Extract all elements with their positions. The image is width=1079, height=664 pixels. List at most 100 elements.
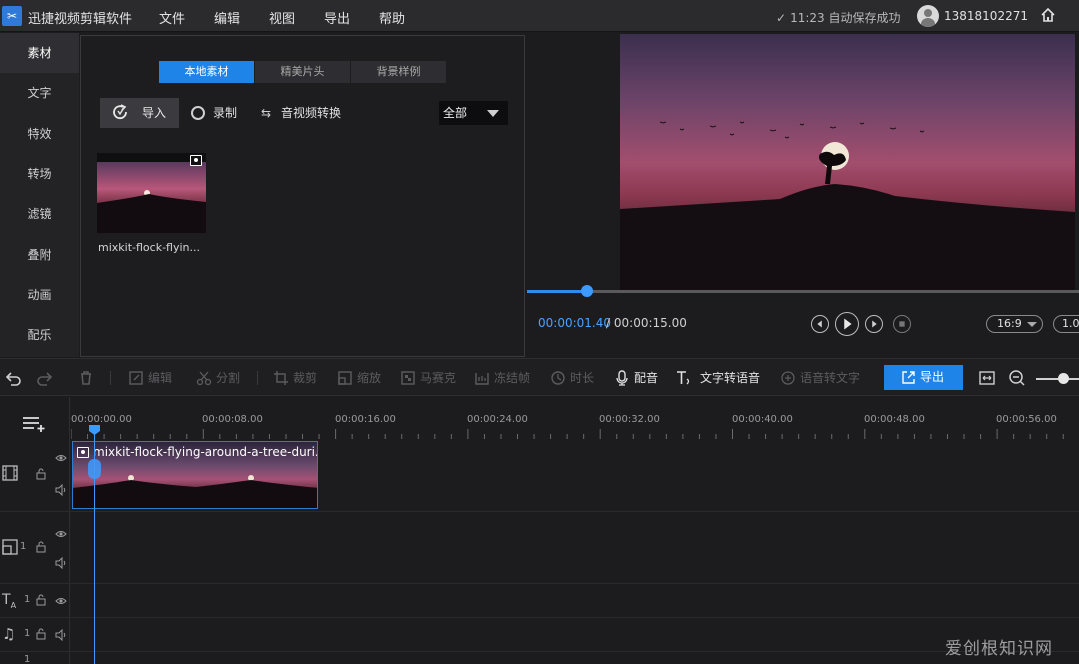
toolbar-divider [110,371,111,385]
aspect-ratio-select[interactable]: 16:9 [986,315,1043,333]
sidebar-item-music[interactable]: 配乐 [0,315,79,355]
edit-icon [129,371,143,385]
clock-icon [551,371,565,385]
swap-icon: ⇆ [261,106,272,120]
music-note-icon: ♫ [2,625,16,643]
eye-icon[interactable] [55,528,67,540]
next-frame-button[interactable] [865,315,883,333]
previous-frame-button[interactable] [811,315,829,333]
lock-icon[interactable] [35,541,47,553]
volume-icon[interactable] [55,484,67,496]
sidebar-item-filters[interactable]: 滤镜 [0,194,79,234]
timeline-video-clip[interactable]: mixkit-flock-flying-around-a-tree-duri..… [72,441,318,509]
toolbar-divider [257,371,258,385]
overlay-icon [2,539,18,555]
menu-help[interactable]: 帮助 [379,8,405,27]
delete-icon[interactable] [77,369,95,387]
fit-timeline-icon[interactable] [978,369,996,387]
next-icon [872,320,877,328]
video-preview[interactable] [620,34,1075,290]
stop-icon [899,321,905,327]
user-phone[interactable]: 13818102271 [944,9,1028,23]
lock-icon[interactable] [35,594,47,606]
lock-icon[interactable] [35,468,47,480]
watermark: 爱创根知识网 [945,639,1053,659]
split-button[interactable]: 分割 [196,370,240,386]
split-label: 分割 [216,371,241,385]
track-number: 1 [24,594,31,605]
zoom-out-icon[interactable] [1008,369,1026,387]
sidebar-item-text[interactable]: 文字 [0,73,79,113]
freeze-frame-button[interactable]: 冻结帧 [474,370,530,386]
edit-button[interactable]: 编辑 [128,370,172,386]
menu-edit[interactable]: 编辑 [214,8,240,27]
extra-track: 1 [0,652,1079,664]
menu-export[interactable]: 导出 [324,8,350,27]
progress-knob[interactable] [580,285,593,297]
timeline-ruler[interactable]: 00:00:00.00 00:00:08.00 00:00:16.00 00:0… [71,397,1079,439]
preview-zoom-select[interactable]: 1.0 [1053,315,1079,333]
media-clip-name: mixkit-flock-flyin... [98,241,200,254]
total-time-value: 00:00:15.00 [613,316,687,330]
eye-icon[interactable] [55,452,67,464]
zoom-button[interactable]: 缩放 [337,370,381,386]
duration-button[interactable]: 时长 [550,370,594,386]
app-title: 迅捷视频剪辑软件 [28,12,133,27]
mosaic-button[interactable]: 马赛克 [400,370,456,386]
ruler-label: 00:00:00.00 [71,414,132,425]
menu-view[interactable]: 视图 [269,8,295,27]
crop-button[interactable]: 裁剪 [273,370,317,386]
media-panel: 本地素材 精美片头 背景样例 导入 录制 ⇆ 音视频转换 全部 mixkit-f… [80,35,525,357]
sidebar-item-transitions[interactable]: 转场 [0,154,79,194]
volume-icon[interactable] [55,557,67,569]
media-clip-card[interactable] [97,153,207,233]
preview-panel: 00:00:01.40 / 00:00:15.00 16:9 1.0 [527,33,1079,357]
volume-icon[interactable] [55,629,67,641]
sidebar-item-animation[interactable]: 动画 [0,275,79,315]
tab-backgrounds[interactable]: 背景样例 [351,61,447,83]
music-track: ♫ 1 [0,618,1079,652]
undo-icon[interactable] [4,369,22,387]
ruler-label: 00:00:40.00 [732,414,793,425]
lock-icon[interactable] [35,628,47,640]
mosaic-label: 马赛克 [420,371,457,385]
tab-local-media[interactable]: 本地素材 [159,61,255,83]
record-button[interactable]: 录制 [191,105,237,121]
voiceover-label: 配音 [634,371,659,385]
home-icon[interactable] [1040,7,1056,23]
crop-icon [274,371,288,385]
text-to-speech-icon [677,371,690,385]
timeline-zoom-knob[interactable] [1058,373,1069,384]
convert-label: 音视频转换 [281,106,342,120]
tab-intros[interactable]: 精美片头 [255,61,351,83]
voiceover-button[interactable]: 配音 [614,370,658,386]
avatar[interactable] [917,5,939,27]
microphone-icon [616,370,628,386]
eye-icon[interactable] [55,595,67,607]
zoom-label: 缩放 [357,371,382,385]
export-button[interactable]: 导出 [884,365,963,390]
aspect-ratio-value: 16:9 [997,317,1022,330]
time-separator: / [606,316,611,330]
media-filter-select[interactable]: 全部 [439,101,508,125]
play-button[interactable] [835,312,859,336]
film-icon [2,465,18,481]
playback-progress-bar[interactable] [527,285,1079,297]
add-track-icon[interactable] [22,415,46,433]
menu-file[interactable]: 文件 [159,8,185,27]
convert-button[interactable]: ⇆ 音视频转换 [261,105,341,121]
text-to-speech-button[interactable]: 文字转语音 [676,370,760,386]
redo-icon[interactable] [36,369,54,387]
playhead-handle[interactable] [88,459,101,479]
speech-to-text-button[interactable]: 语音转文字 [780,370,860,386]
filter-value: 全部 [443,106,468,120]
sidebar-item-effects[interactable]: 特效 [0,114,79,154]
import-button[interactable]: 导入 [100,98,179,128]
text-icon: TA [2,592,17,610]
import-icon [113,104,127,120]
stop-button[interactable] [893,315,911,333]
sidebar-item-media[interactable]: 素材 [0,33,79,73]
speech-to-text-icon [781,371,795,385]
overlay-track: 1 [0,512,1079,584]
sidebar-item-overlay[interactable]: 叠附 [0,235,79,275]
